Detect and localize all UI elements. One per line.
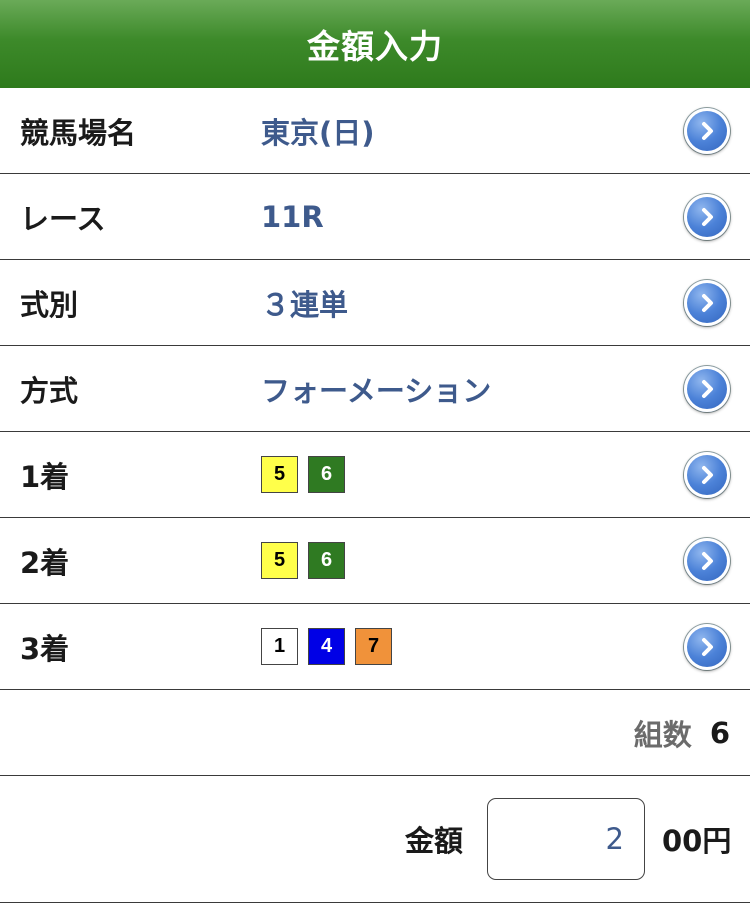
row-label: 方式 bbox=[20, 373, 79, 408]
horse-number-chip: 6 bbox=[308, 542, 345, 579]
row-position-1[interactable]: 1着 56 bbox=[0, 432, 750, 518]
row-bet-type[interactable]: 式別 ３連単 bbox=[0, 260, 750, 346]
chevron-right-circle-icon[interactable] bbox=[684, 193, 730, 240]
combination-count-value: 6 bbox=[709, 715, 730, 750]
chevron-right-circle-icon[interactable] bbox=[684, 537, 730, 584]
horse-number-chip: 1 bbox=[261, 628, 298, 665]
amount-input[interactable] bbox=[487, 798, 645, 880]
row-value: フォーメーション bbox=[261, 373, 492, 408]
horse-number-chip: 6 bbox=[308, 456, 345, 493]
horse-chips: 56 bbox=[261, 518, 345, 603]
row-label: レース bbox=[20, 201, 106, 236]
combination-count-label: 組数 bbox=[633, 717, 692, 752]
chevron-right-circle-icon[interactable] bbox=[684, 279, 730, 326]
horse-chips: 56 bbox=[261, 432, 345, 517]
row-label: 式別 bbox=[20, 287, 79, 322]
chevron-right-circle-icon[interactable] bbox=[684, 365, 730, 412]
row-label: 3着 bbox=[20, 631, 70, 666]
horse-number-chip: 4 bbox=[308, 628, 345, 665]
amount-row: 金額 00円 bbox=[0, 776, 750, 903]
horse-chips: 147 bbox=[261, 604, 392, 689]
row-label: 2着 bbox=[20, 545, 70, 580]
row-bet-method[interactable]: 方式 フォーメーション bbox=[0, 346, 750, 432]
row-racecourse[interactable]: 競馬場名 東京(日) bbox=[0, 88, 750, 174]
chevron-right-circle-icon[interactable] bbox=[684, 107, 730, 154]
horse-number-chip: 7 bbox=[355, 628, 392, 665]
horse-number-chip: 5 bbox=[261, 542, 298, 579]
row-value: 11R bbox=[261, 199, 324, 234]
row-value: 東京(日) bbox=[261, 115, 375, 150]
page-title: 金額入力 bbox=[307, 27, 443, 66]
chevron-right-circle-icon[interactable] bbox=[684, 451, 730, 498]
row-position-3[interactable]: 3着 147 bbox=[0, 604, 750, 690]
row-position-2[interactable]: 2着 56 bbox=[0, 518, 750, 604]
header-bar: 金額入力 bbox=[0, 0, 750, 88]
horse-number-chip: 5 bbox=[261, 456, 298, 493]
row-label: 競馬場名 bbox=[20, 115, 137, 150]
row-label: 1着 bbox=[20, 459, 70, 494]
combination-count-row: 組数 6 bbox=[0, 690, 750, 776]
row-race[interactable]: レース 11R bbox=[0, 174, 750, 260]
amount-label: 金額 bbox=[405, 824, 464, 858]
row-value: ３連単 bbox=[261, 287, 349, 322]
amount-unit: 00円 bbox=[662, 824, 732, 858]
chevron-right-circle-icon[interactable] bbox=[684, 623, 730, 670]
